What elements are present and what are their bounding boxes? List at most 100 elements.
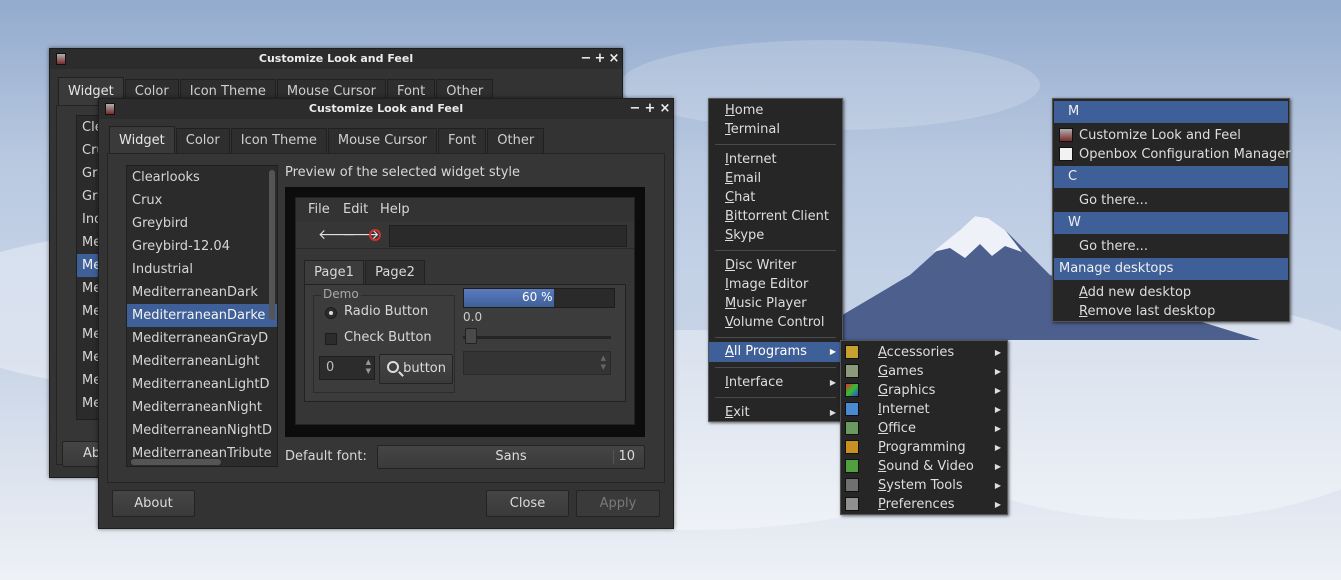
menu-item-system-tools[interactable]: System Tools ▶ <box>841 476 1007 495</box>
maximize-icon[interactable]: + <box>594 50 606 68</box>
menu-item-customize-look[interactable]: Customize Look and Feel <box>1053 126 1289 145</box>
list-item[interactable]: Greybird-12.04 <box>127 235 277 258</box>
radio-button-icon[interactable] <box>325 307 337 319</box>
list-item[interactable]: MediterraneanNightD <box>127 419 277 442</box>
menu-separator <box>715 397 836 398</box>
progress-text: 60 % <box>522 290 553 304</box>
font-chooser-button[interactable]: Sans 10 <box>377 445 645 469</box>
preview-frame: File Edit Help 🡐 🡒 Page1 Page2 Demo Radi… <box>285 187 645 437</box>
submenu-arrow-icon: ▶ <box>994 500 1001 509</box>
spin-value: 0 <box>326 360 335 375</box>
menu-item-preferences[interactable]: Preferences ▶ <box>841 495 1007 514</box>
menu-item-games[interactable]: Games ▶ <box>841 362 1007 381</box>
theme-list[interactable]: Clearlooks Crux Greybird Greybird-12.04 … <box>126 165 278 467</box>
menu-item-all-programs[interactable]: All Programs ▶ <box>709 342 842 362</box>
list-item[interactable]: Crux <box>127 189 277 212</box>
menu-item-go-there-w[interactable]: Go there... <box>1053 237 1289 256</box>
list-item[interactable]: Industrial <box>127 258 277 281</box>
menu-item-disc-writer[interactable]: Disc Writer <box>709 256 842 275</box>
desktop-menu: M Customize Look and Feel Openbox Config… <box>1052 98 1291 322</box>
menu-item-terminal[interactable]: Terminal <box>709 120 842 139</box>
list-item[interactable]: MediterraneanDark <box>127 281 277 304</box>
menu-item-interface[interactable]: Interface ▶ <box>709 373 842 392</box>
radio-button-label[interactable]: Radio Button <box>344 304 428 319</box>
menu-item-exit[interactable]: Exit ▶ <box>709 403 842 422</box>
menu-item-volume-control[interactable]: Volume Control <box>709 313 842 332</box>
tab-other[interactable]: Other <box>487 128 545 154</box>
vertical-scrollbar[interactable] <box>269 170 275 320</box>
check-button-label[interactable]: Check Button <box>344 330 432 345</box>
minimize-icon[interactable]: − <box>580 50 592 68</box>
back-about-button[interactable]: Ab <box>62 441 102 467</box>
horizontal-scrollbar[interactable] <box>131 459 221 465</box>
close-button[interactable]: Close <box>486 490 569 517</box>
graphics-icon <box>845 383 859 397</box>
list-item[interactable]: Greybird <box>127 212 277 235</box>
menu-item-home[interactable]: Home <box>709 101 842 120</box>
menu-item-accessories[interactable]: Accessories ▶ <box>841 343 1007 362</box>
menu-help[interactable]: Help <box>380 202 410 217</box>
preview-tab-page2[interactable]: Page2 <box>365 260 425 284</box>
menu-item-openbox-config[interactable]: Openbox Configuration Manager <box>1053 145 1291 164</box>
app-icon <box>1059 128 1073 142</box>
menu-item-programming[interactable]: Programming ▶ <box>841 438 1007 457</box>
close-icon[interactable]: × <box>608 50 620 68</box>
preview-button[interactable]: button <box>379 354 453 384</box>
spin-arrows-icon[interactable]: ▲ ▼ <box>366 358 371 376</box>
preview-tab-page1[interactable]: Page1 <box>304 260 364 284</box>
tab-widget[interactable]: Widget <box>109 126 175 154</box>
toolbar-entry[interactable] <box>389 225 627 247</box>
about-button[interactable]: About <box>112 490 195 517</box>
back-window-title: Customize Look and Feel <box>258 52 414 65</box>
submenu-arrow-icon: ▶ <box>994 462 1001 471</box>
apply-button[interactable]: Apply <box>576 490 660 517</box>
menu-item-remove-desktop[interactable]: Remove last desktop <box>1053 302 1289 321</box>
tab-font[interactable]: Font <box>437 128 487 154</box>
internet-icon <box>845 402 859 416</box>
menu-item-chat[interactable]: Chat <box>709 188 842 207</box>
preview-window: File Edit Help 🡐 🡒 Page1 Page2 Demo Radi… <box>295 197 635 425</box>
menu-item-music-player[interactable]: Music Player <box>709 294 842 313</box>
progress-bar: 60 % <box>463 288 615 308</box>
menu-item-graphics[interactable]: Graphics ▶ <box>841 381 1007 400</box>
menu-item-sound-video[interactable]: Sound & Video ▶ <box>841 457 1007 476</box>
list-item[interactable]: MediterraneanNight <box>127 396 277 419</box>
submenu-arrow-icon: ▶ <box>829 408 836 417</box>
maximize-icon[interactable]: + <box>644 100 656 118</box>
menu-edit[interactable]: Edit <box>343 202 368 217</box>
menu-item-label: Openbox Configuration Manager <box>1079 147 1291 162</box>
menu-item-office[interactable]: Office ▶ <box>841 419 1007 438</box>
list-item[interactable]: MediterraneanLight <box>127 350 277 373</box>
list-item[interactable]: Clearlooks <box>127 166 277 189</box>
menu-file[interactable]: File <box>308 202 330 217</box>
preferences-icon <box>845 497 859 511</box>
programs-menu: Accessories ▶ Games ▶ Graphics ▶ Internet ▶ … <box>840 340 1008 515</box>
menu-item-email[interactable]: Email <box>709 169 842 188</box>
stop-icon[interactable] <box>369 229 381 241</box>
submenu-arrow-icon: ▶ <box>994 405 1001 414</box>
spin-button[interactable]: 0 ▲ ▼ <box>319 356 375 380</box>
scale-slider-handle[interactable] <box>465 328 477 344</box>
menu-item-skype[interactable]: Skype <box>709 226 842 245</box>
menu-item-add-desktop[interactable]: Add new desktop <box>1053 283 1289 302</box>
tab-color[interactable]: Color <box>175 128 230 154</box>
close-icon[interactable]: × <box>659 100 671 118</box>
programming-icon <box>845 440 859 454</box>
menu-item-internet[interactable]: Internet <box>709 150 842 169</box>
menu-item-image-editor[interactable]: Image Editor <box>709 275 842 294</box>
list-item[interactable]: MediterraneanGrayD <box>127 327 277 350</box>
menu-item-internet-sub[interactable]: Internet ▶ <box>841 400 1007 419</box>
submenu-arrow-icon: ▶ <box>994 386 1001 395</box>
list-item[interactable]: MediterraneanLightD <box>127 373 277 396</box>
menu-item-bittorrent[interactable]: Bittorrent Client <box>709 207 842 226</box>
check-button-box[interactable] <box>325 333 337 345</box>
tab-icon-theme[interactable]: Icon Theme <box>230 128 327 154</box>
menu-item-go-there-c[interactable]: Go there... <box>1053 191 1289 210</box>
games-icon <box>845 364 859 378</box>
back-window-titlebar[interactable]: Customize Look and Feel − + × <box>50 49 622 69</box>
tab-mouse-cursor[interactable]: Mouse Cursor <box>327 128 437 154</box>
minimize-icon[interactable]: − <box>629 100 641 118</box>
list-item-selected[interactable]: MediterraneanDarke <box>127 304 277 327</box>
front-window-titlebar[interactable]: Customize Look and Feel − + × <box>99 99 673 119</box>
office-icon <box>845 421 859 435</box>
